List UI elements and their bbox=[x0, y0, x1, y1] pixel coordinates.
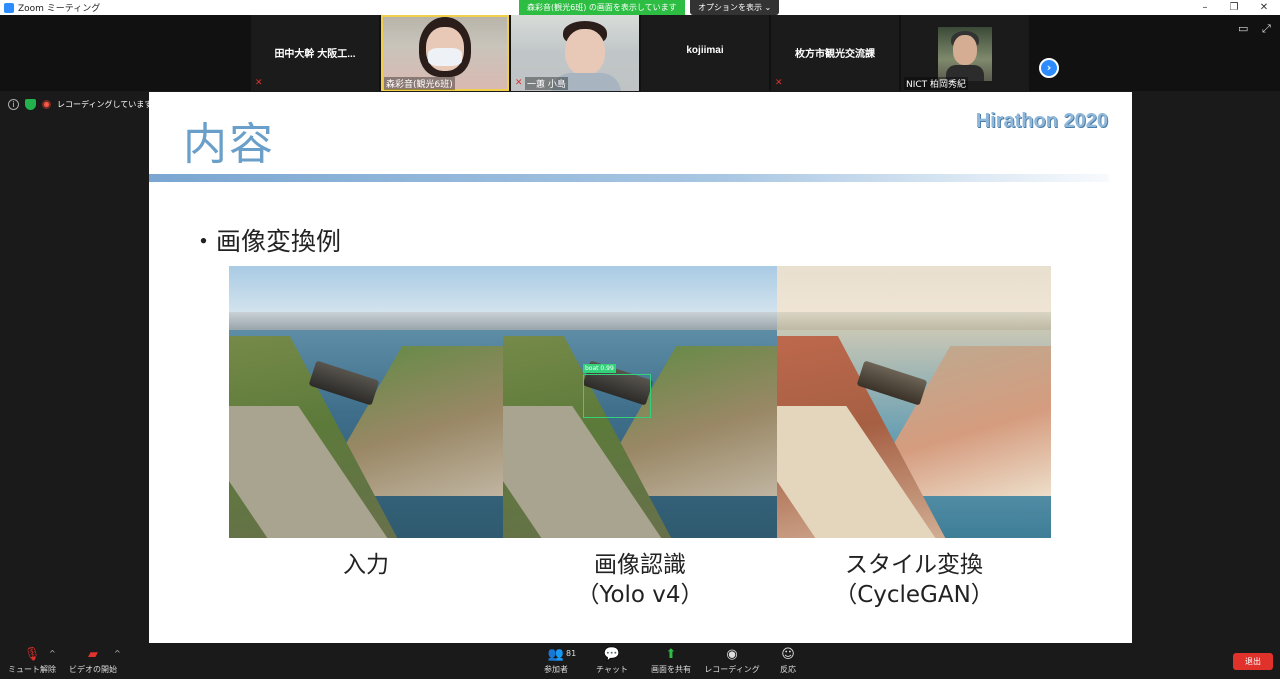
gallery-view-icon[interactable]: ▭ bbox=[1238, 22, 1248, 35]
minimize-icon[interactable]: – bbox=[1190, 0, 1220, 15]
chat-button[interactable]: 💬 チャット bbox=[580, 647, 644, 675]
share-screen-label: 画面を共有 bbox=[651, 665, 691, 674]
reactions-label: 反応 bbox=[780, 665, 796, 674]
participants-icon: 👥 bbox=[547, 647, 565, 662]
detection-box bbox=[583, 374, 651, 418]
video-mask bbox=[428, 48, 462, 66]
muted-mic-icon: ✕ bbox=[515, 78, 523, 88]
participant-tile[interactable]: 田中大幹 大阪工... ✕ bbox=[251, 15, 379, 91]
participant-strip: 田中大幹 大阪工... ✕ 森彩音(観光6班) ✕ 一蕙 小島 kojiimai… bbox=[0, 15, 1280, 91]
detection-image: boat 0.99 bbox=[503, 266, 777, 538]
share-screen-button[interactable]: ⬆ 画面を共有 bbox=[639, 647, 703, 675]
view-options-button[interactable]: オプションを表示 ⌄ bbox=[690, 0, 780, 15]
slide-bullet: ・画像変換例 bbox=[191, 227, 342, 256]
info-icon[interactable]: i bbox=[8, 98, 19, 110]
detection-label: boat 0.99 bbox=[583, 364, 616, 373]
style-transfer-image bbox=[777, 266, 1051, 538]
caption-style: スタイル変換 （CycleGAN） bbox=[777, 550, 1051, 610]
reactions-icon: ☺ bbox=[781, 647, 795, 662]
participant-name: 一蕙 小島 bbox=[525, 77, 568, 90]
video-face bbox=[565, 29, 605, 75]
participant-tile[interactable]: ✕ 一蕙 小島 bbox=[511, 15, 639, 91]
caption-line: 画像認識 bbox=[594, 552, 686, 578]
caption-line: （Yolo v4） bbox=[576, 582, 704, 608]
participants-count: 81 bbox=[566, 649, 577, 658]
video-face bbox=[953, 35, 977, 65]
unmute-label: ミュート解除 bbox=[8, 665, 56, 674]
start-video-label: ビデオの開始 bbox=[69, 665, 117, 674]
participant-tile[interactable]: NICT 柏岡秀紀 bbox=[901, 15, 1029, 91]
zoom-logo-icon bbox=[4, 2, 14, 13]
window-title: Zoom ミーティング bbox=[18, 4, 101, 14]
participant-name: 森彩音(観光6班) bbox=[384, 77, 455, 90]
recording-icon bbox=[42, 99, 51, 109]
shared-screen-slide: 内容 Hirathon 2020 ・画像変換例 boat 0.99 入力 画像認… bbox=[149, 92, 1132, 643]
participant-tile[interactable]: 枚方市観光交流課 ✕ bbox=[771, 15, 899, 91]
audio-options-caret-icon[interactable]: ^ bbox=[49, 649, 56, 658]
participant-name: 枚方市観光交流課 bbox=[795, 49, 875, 60]
participant-name: kojiimai bbox=[686, 45, 724, 56]
meeting-toolbar: 🎙 ミュート解除 ^ ▰ ビデオの開始 ^ 👥 参加者 💬 チャット ⬆ 画面を… bbox=[0, 643, 1280, 679]
participant-tile[interactable]: 森彩音(観光6班) bbox=[381, 15, 509, 91]
muted-mic-icon: ✕ bbox=[255, 78, 263, 88]
chat-label: チャット bbox=[596, 665, 628, 674]
reactions-button[interactable]: ☺ 反応 bbox=[756, 647, 820, 675]
participant-tile[interactable]: kojiimai bbox=[641, 15, 769, 91]
slide-divider bbox=[149, 174, 1109, 182]
slide-title: 内容 bbox=[183, 119, 275, 170]
screen-share-banner: 森彩音(観光6班) の画面を表示しています bbox=[519, 0, 685, 15]
participant-name: NICT 柏岡秀紀 bbox=[904, 77, 969, 90]
leave-button[interactable]: 退出 bbox=[1233, 653, 1273, 670]
participant-name: 田中大幹 大阪工... bbox=[274, 49, 356, 60]
participants-label: 参加者 bbox=[544, 665, 568, 674]
chat-icon: 💬 bbox=[603, 647, 621, 662]
recording-status: レコーディングしています bbox=[57, 99, 153, 109]
input-image bbox=[229, 266, 503, 538]
security-shield-icon[interactable] bbox=[25, 98, 36, 110]
share-screen-icon: ⬆ bbox=[665, 647, 677, 662]
record-icon: ◉ bbox=[726, 647, 738, 662]
slide-brand: Hirathon 2020 bbox=[975, 110, 1108, 132]
participants-button[interactable]: 👥 参加者 bbox=[524, 647, 588, 675]
caption-detection: 画像認識 （Yolo v4） bbox=[503, 550, 777, 610]
close-icon[interactable]: ✕ bbox=[1249, 0, 1279, 15]
caption-line: 入力 bbox=[343, 552, 389, 578]
caption-input: 入力 bbox=[229, 550, 503, 580]
muted-mic-icon: ✕ bbox=[775, 78, 783, 88]
caption-line: スタイル変換 bbox=[845, 552, 983, 578]
record-label: レコーディング bbox=[704, 665, 760, 674]
video-thumbnail bbox=[938, 27, 992, 81]
fullscreen-icon[interactable]: ⤢ bbox=[1262, 22, 1271, 36]
restore-icon[interactable]: ❐ bbox=[1219, 0, 1249, 15]
record-button[interactable]: ◉ レコーディング bbox=[700, 647, 764, 675]
caption-line: （CycleGAN） bbox=[834, 582, 994, 608]
video-options-caret-icon[interactable]: ^ bbox=[114, 649, 121, 658]
next-page-button[interactable]: › bbox=[1039, 58, 1059, 78]
meeting-status: i レコーディングしています bbox=[8, 97, 152, 111]
